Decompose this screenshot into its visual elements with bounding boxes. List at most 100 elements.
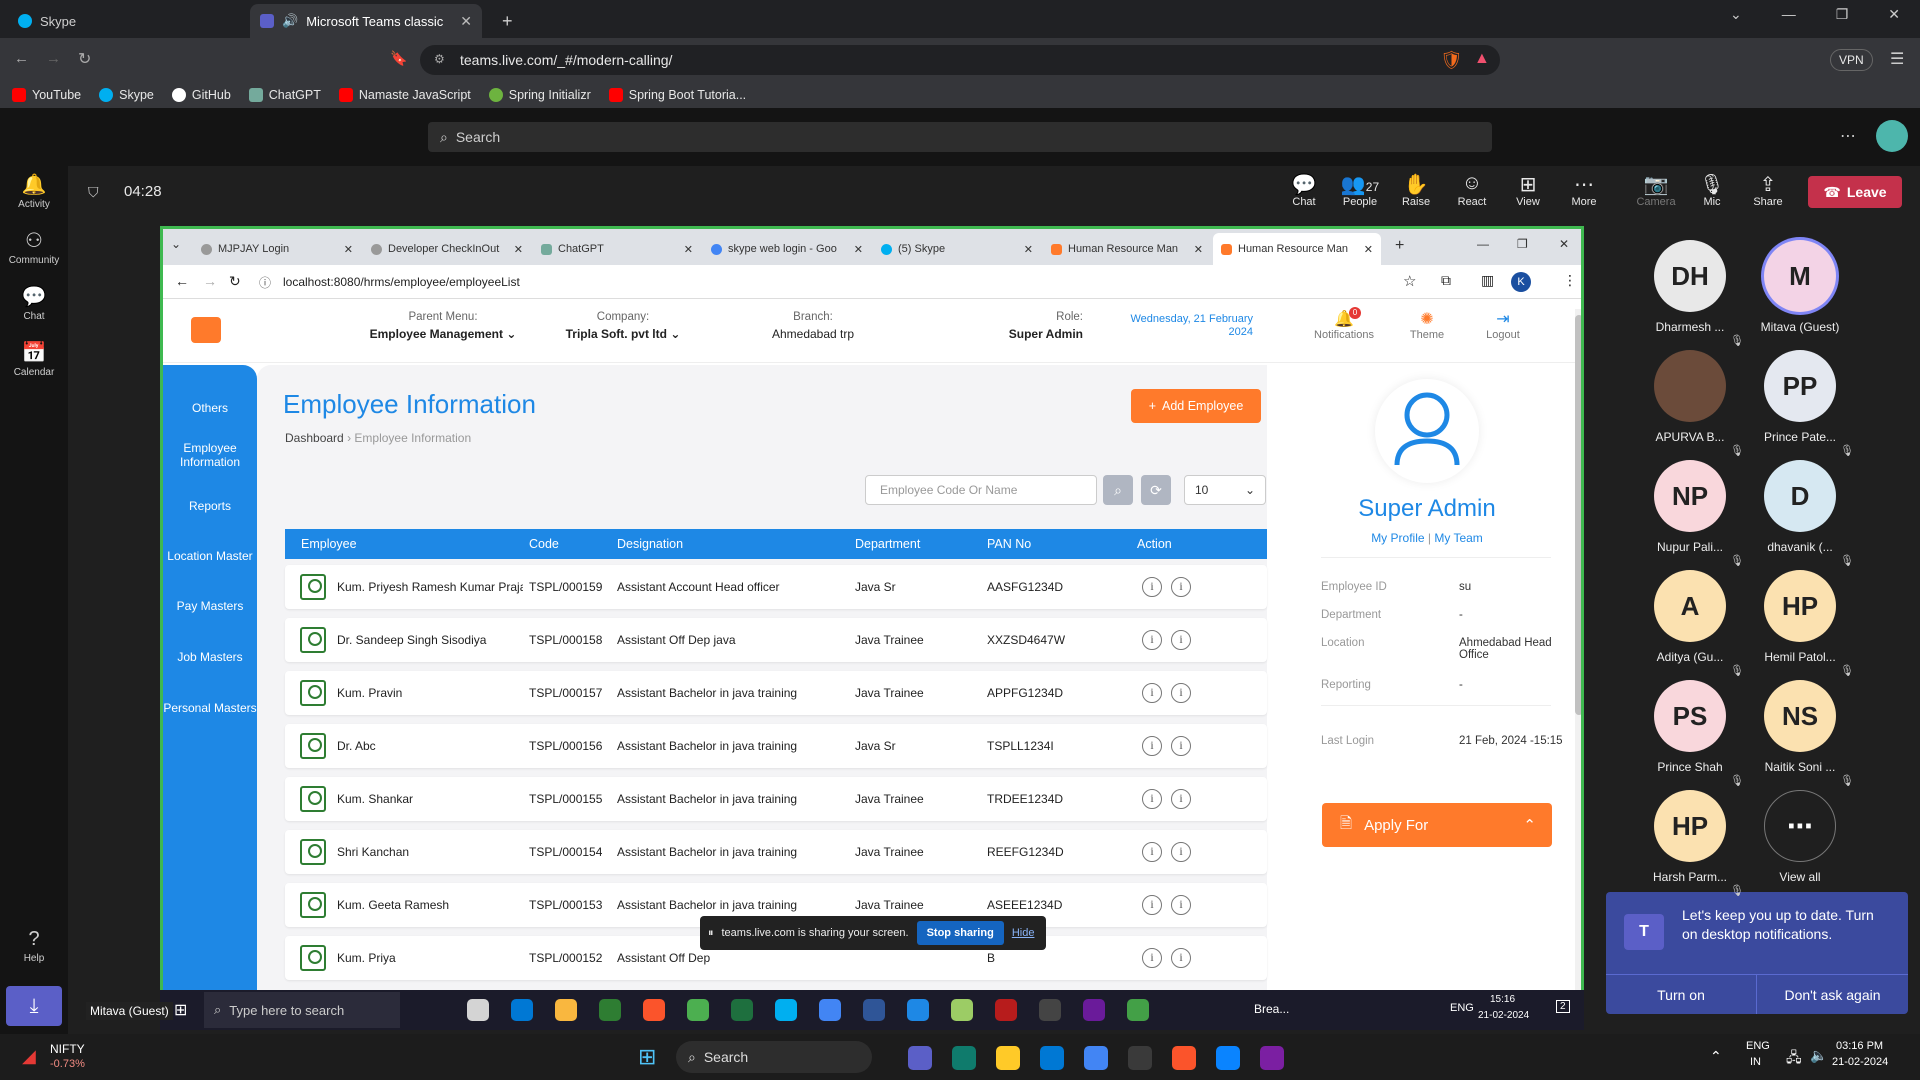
bookmark-skype[interactable]: Skype	[99, 88, 154, 102]
language-indicator[interactable]: ENG	[1450, 1002, 1474, 1014]
chevron-down-icon[interactable]: ⌄	[1730, 6, 1742, 23]
minimize-icon[interactable]: —	[1782, 6, 1796, 23]
close-icon[interactable]: ✕	[344, 243, 353, 256]
nav-reports[interactable]: Reports	[163, 499, 257, 513]
chevron-up-icon[interactable]: ⌃	[1710, 1048, 1722, 1065]
app-icon[interactable]	[951, 999, 973, 1021]
dont-ask-again-button[interactable]: Don't ask again	[1756, 974, 1908, 1014]
bookmark-spring-boot[interactable]: Spring Boot Tutoria...	[608, 88, 746, 102]
turn-on-button[interactable]: Turn on	[1606, 974, 1756, 1014]
taskbar-search-box[interactable]: ⌕ Search	[676, 1041, 872, 1073]
close-icon[interactable]: ✕	[1888, 6, 1900, 23]
app-icon[interactable]	[687, 999, 709, 1021]
call-view-button[interactable]: ⊞ View	[1502, 172, 1554, 208]
call-raise-button[interactable]: ✋ Raise	[1390, 172, 1442, 208]
tab-skype[interactable]: Skype	[8, 4, 248, 38]
rail-calendar[interactable]: 📅 Calendar	[0, 340, 68, 378]
participant-tile[interactable]: NP Nupur Pali... 🎙	[1640, 460, 1744, 567]
info-icon[interactable]: i	[1142, 895, 1162, 915]
call-chat-button[interactable]: 💬 Chat	[1278, 172, 1330, 208]
parent-menu-select[interactable]: Employee Management ⌄	[338, 327, 548, 341]
participant-tile[interactable]: NS Naitik Soni ... 🎙	[1750, 680, 1854, 787]
reload-icon[interactable]: ↻	[229, 273, 241, 290]
nav-personal-masters[interactable]: Personal Masters	[163, 701, 257, 715]
add-employee-button[interactable]: + Add Employee	[1131, 389, 1261, 423]
close-icon[interactable]: ✕	[1559, 237, 1569, 251]
menu-icon[interactable]: ⋮	[1563, 272, 1577, 289]
participant-tile[interactable]: Ddhavanik (... 🎙	[1750, 460, 1854, 567]
inner-tab-active[interactable]: Human Resource Man ✕	[1213, 233, 1381, 265]
close-icon[interactable]: ✕	[684, 243, 693, 256]
leave-button[interactable]: ☎ Leave	[1808, 176, 1902, 208]
folder-icon[interactable]	[996, 1046, 1020, 1070]
refresh-button[interactable]: ⟳	[1141, 475, 1171, 505]
teams-search-input[interactable]: ⌕ Search	[428, 122, 1492, 152]
info-icon[interactable]: i	[1171, 789, 1191, 809]
inner-tab[interactable]: ChatGPT ✕	[533, 233, 701, 265]
close-icon[interactable]: ✕	[1364, 243, 1373, 256]
theme-button[interactable]: ✺ Theme	[1397, 309, 1457, 341]
minimize-icon[interactable]: —	[1477, 237, 1489, 251]
bookmark-spring-initializr[interactable]: Spring Initializr	[488, 88, 591, 102]
edge-icon[interactable]	[511, 999, 533, 1021]
participant-tile[interactable]: APURVA B... 🎙	[1640, 350, 1744, 457]
stop-sharing-button[interactable]: Stop sharing	[916, 921, 1004, 945]
windows-start-icon[interactable]: ⊞	[638, 1044, 656, 1070]
logout-button[interactable]: ⇥ Logout	[1473, 309, 1533, 341]
app-icon[interactable]	[995, 999, 1017, 1021]
download-icon[interactable]: ⤓	[6, 986, 62, 1026]
inner-tab[interactable]: MJPJAY Login ✕	[193, 233, 361, 265]
info-icon[interactable]: i	[1171, 895, 1191, 915]
bookmark-icon[interactable]: 🔖	[390, 50, 407, 67]
bookmark-youtube[interactable]: YouTube	[12, 88, 81, 102]
info-icon[interactable]: i	[1142, 948, 1162, 968]
store-icon[interactable]	[1128, 1046, 1152, 1070]
vpn-button[interactable]: VPN	[1830, 49, 1873, 71]
info-icon[interactable]: i	[1171, 842, 1191, 862]
info-icon[interactable]: i	[1142, 630, 1162, 650]
participant-tile[interactable]: HP Hemil Patol... 🎙	[1750, 570, 1854, 677]
network-icon[interactable]: 🖧	[1786, 1047, 1802, 1071]
inner-tab[interactable]: Human Resource Man ✕	[1043, 233, 1211, 265]
site-info-icon[interactable]: ⚙	[434, 52, 445, 66]
nav-job-masters[interactable]: Job Masters	[163, 650, 257, 664]
info-icon[interactable]: i	[1142, 736, 1162, 756]
table-row[interactable]: Kum. Shankar TSPL/000155 Assistant Bachelo…	[285, 777, 1267, 821]
apply-for-button[interactable]: 🗎 Apply For ⌃	[1322, 803, 1552, 847]
table-row[interactable]: Shri Kanchan TSPL/000154 Assistant Bachelo…	[285, 830, 1267, 874]
inner-tab[interactable]: Developer CheckInOut ✕	[363, 233, 531, 265]
notification-center-badge[interactable]: 2	[1556, 1000, 1570, 1013]
close-icon[interactable]: ✕	[1024, 243, 1033, 256]
app-icon[interactable]	[907, 999, 929, 1021]
brave-icon[interactable]	[643, 999, 665, 1021]
sheet-icon[interactable]	[731, 999, 753, 1021]
sidebar-icon[interactable]: ▥	[1481, 272, 1494, 289]
star-icon[interactable]: ☆	[1403, 272, 1416, 290]
url-field[interactable]: ⚙ teams.live.com/_#/modern-calling/	[420, 45, 1500, 75]
call-camera-button[interactable]: 📷 Camera	[1630, 172, 1682, 208]
menu-icon[interactable]: ☰	[1890, 49, 1904, 69]
nav-location-master[interactable]: Location Master	[163, 549, 257, 563]
page-size-select[interactable]: 10 ⌄	[1184, 475, 1266, 505]
close-icon[interactable]: ✕	[1194, 243, 1203, 256]
nav-employee-information[interactable]: Employee Information	[163, 441, 257, 469]
task-view-icon[interactable]	[467, 999, 489, 1021]
stock-ticker[interactable]: NIFTY	[50, 1042, 85, 1056]
chrome-icon[interactable]	[1084, 1046, 1108, 1070]
hide-button[interactable]: Hide	[1012, 927, 1035, 939]
table-row[interactable]: Dr. Abc TSPL/000156 Assistant Bachelor in …	[285, 724, 1267, 768]
skype-icon[interactable]	[775, 999, 797, 1021]
brave-icon[interactable]	[1172, 1046, 1196, 1070]
volume-icon[interactable]: 🔈	[1810, 1047, 1827, 1064]
info-icon[interactable]: i	[1142, 842, 1162, 862]
brave-shield-icon[interactable]: 🛡	[1440, 50, 1463, 71]
back-icon[interactable]: ←	[14, 50, 29, 67]
info-icon[interactable]: i	[1171, 630, 1191, 650]
call-people-button[interactable]: 👥27 People	[1334, 172, 1386, 208]
tab-teams[interactable]: 🔊 Microsoft Teams classic - loa ✕	[250, 4, 482, 38]
info-icon[interactable]: ⓘ	[259, 274, 271, 291]
forward-icon[interactable]: →	[203, 273, 217, 289]
participant-tile[interactable]: PS Prince Shah 🎙	[1640, 680, 1744, 787]
maximize-icon[interactable]: ❐	[1836, 6, 1849, 23]
taskbar-search[interactable]: ⌕ Type here to search	[204, 992, 400, 1028]
